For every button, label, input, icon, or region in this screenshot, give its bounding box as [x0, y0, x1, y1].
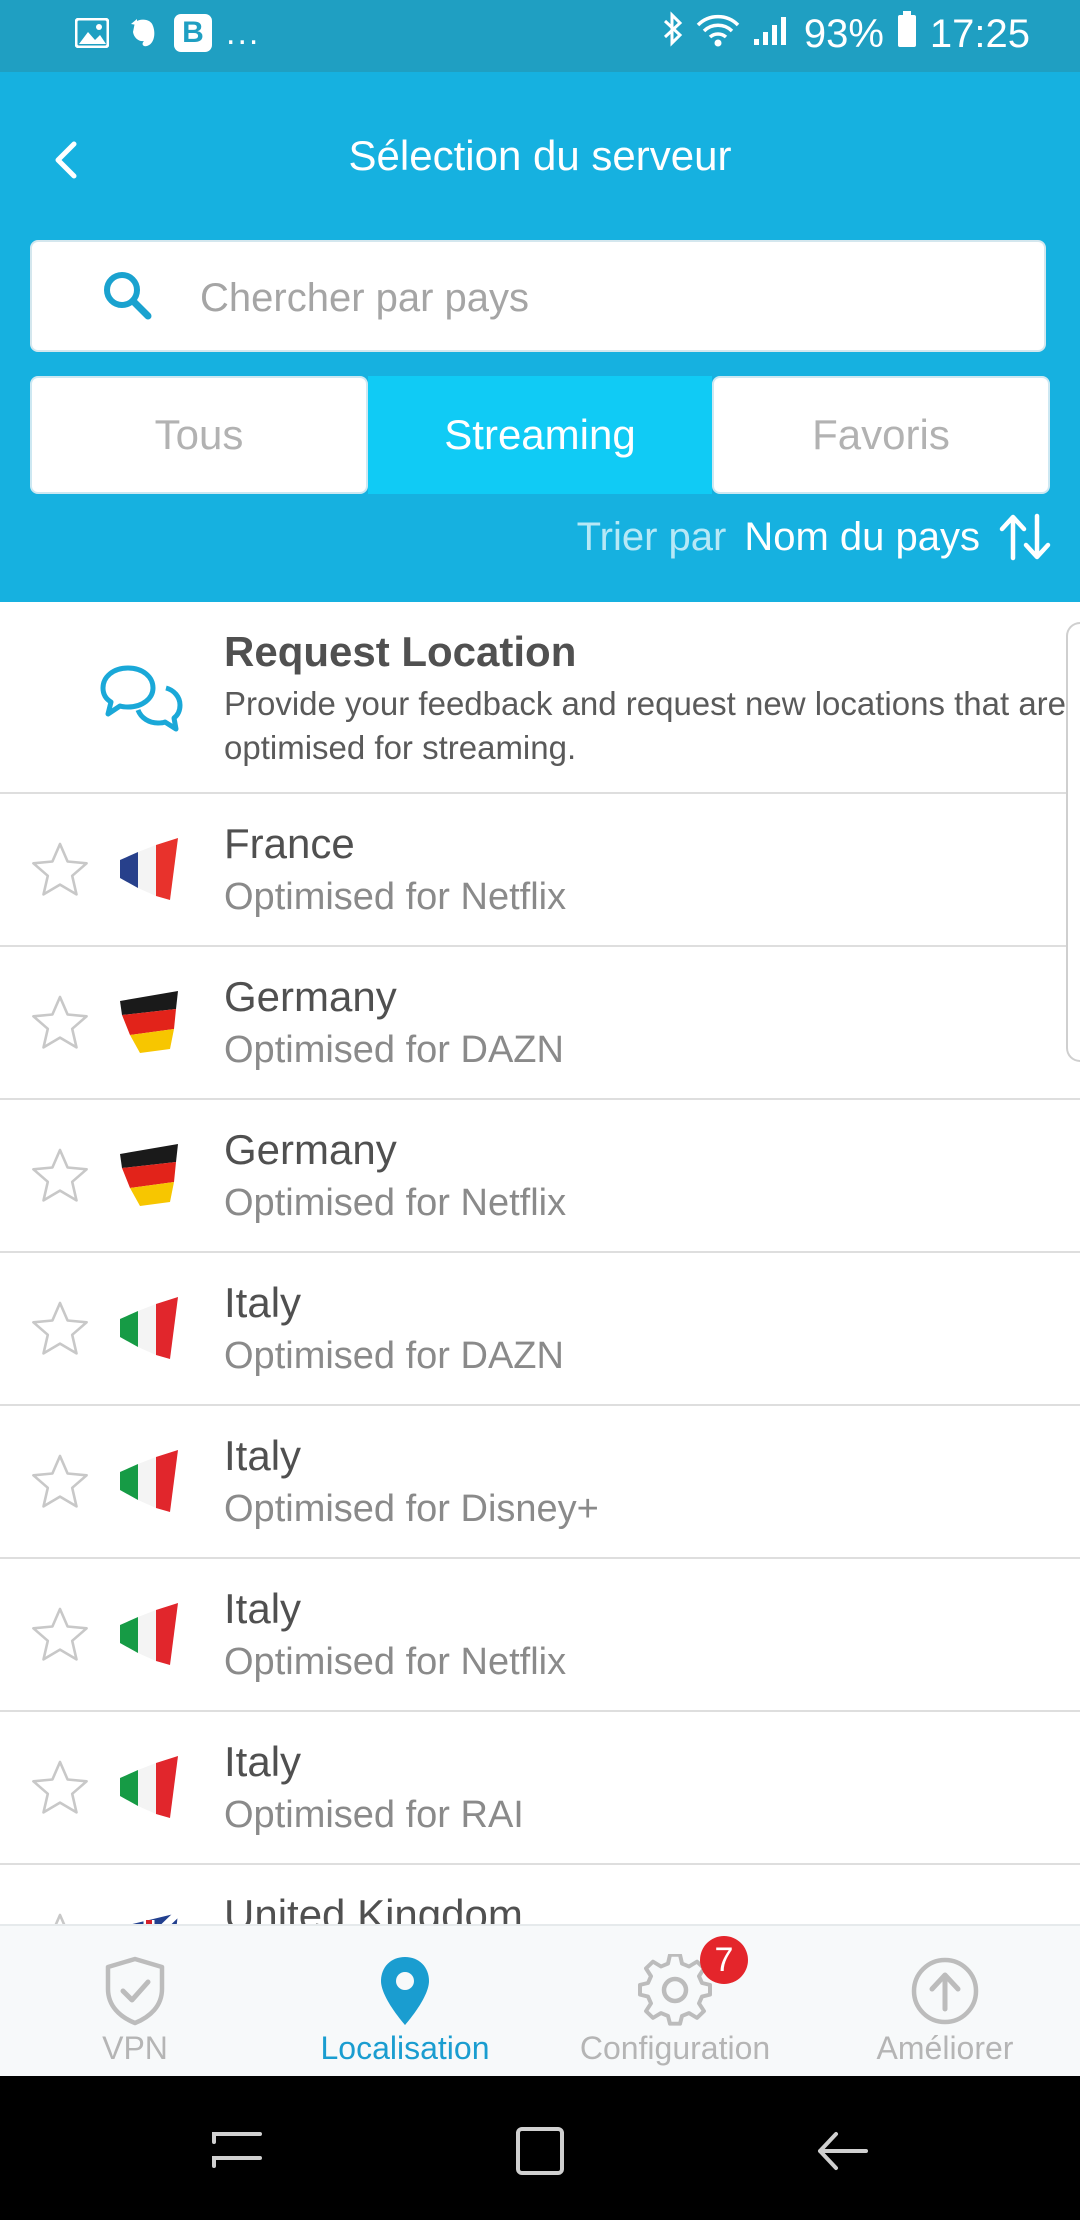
search-box[interactable]	[30, 240, 1046, 352]
chat-bubbles-icon	[100, 665, 183, 732]
nav-configuration[interactable]: 7 Configuration	[540, 1926, 810, 2076]
search-input[interactable]	[198, 262, 1002, 334]
server-subtitle: Optimised for Netflix	[224, 1641, 567, 1683]
flag-italy-icon	[120, 1603, 178, 1665]
shield-check-icon	[105, 1956, 165, 2026]
sort-arrows-icon	[999, 513, 1051, 561]
server-country: Italy	[224, 1738, 302, 1785]
flag-italy-icon	[120, 1297, 178, 1359]
tab-all[interactable]: Tous	[30, 376, 368, 494]
gallery-icon	[74, 15, 110, 51]
flag-uk-icon	[132, 1910, 181, 1924]
star-icon[interactable]	[30, 840, 90, 900]
star-icon[interactable]	[30, 993, 90, 1053]
server-country: Italy	[224, 1585, 302, 1632]
tab-favorites[interactable]: Favoris	[712, 376, 1050, 494]
bottom-navigation: VPN Localisation 7 Configuration Amélior…	[0, 1924, 1080, 2076]
sort-control[interactable]: Trier par Nom du pays	[577, 512, 1052, 562]
server-row[interactable]: Germany Optimised for Netflix	[0, 1100, 1080, 1253]
star-icon[interactable]	[30, 1911, 90, 1924]
nav-vpn[interactable]: VPN	[0, 1926, 270, 2076]
upgrade-arrow-icon	[911, 1957, 979, 2025]
nav-upgrade[interactable]: Améliorer	[810, 1926, 1080, 2076]
tab-streaming[interactable]: Streaming	[368, 376, 712, 494]
request-location-description: Provide your feedback and request new lo…	[224, 685, 1067, 766]
battery-icon	[896, 10, 918, 58]
page-title: Sélection du serveur	[348, 132, 732, 179]
app-b-icon: B	[174, 14, 212, 52]
star-icon[interactable]	[30, 1146, 90, 1206]
server-subtitle: Optimised for Disney+	[224, 1488, 599, 1530]
server-list[interactable]: Request Location Provide your feedback a…	[0, 602, 1080, 1924]
more-notifications: ...	[226, 14, 261, 52]
server-country: Italy	[224, 1279, 302, 1326]
flag-italy-icon	[120, 1450, 178, 1512]
home-button-icon[interactable]	[505, 2116, 575, 2186]
star-icon[interactable]	[30, 1452, 90, 1512]
bluetooth-icon	[662, 11, 684, 57]
server-row[interactable]: Italy Optimised for RAI	[0, 1712, 1080, 1865]
header: Sélection du serveur Tous Streaming Favo…	[0, 72, 1080, 602]
server-row[interactable]: United Kingdom	[0, 1865, 1080, 1924]
server-country: Italy	[224, 1432, 302, 1479]
flag-germany-icon	[120, 1144, 178, 1206]
recent-apps-icon[interactable]	[202, 2116, 272, 2186]
wifi-icon	[696, 12, 740, 57]
signal-icon	[752, 12, 792, 57]
server-subtitle: Optimised for DAZN	[224, 1335, 564, 1377]
sort-label: Trier par	[576, 514, 727, 559]
server-row[interactable]: Italy Optimised for DAZN	[0, 1253, 1080, 1406]
server-row[interactable]: France Optimised for Netflix	[0, 794, 1080, 947]
server-subtitle: Optimised for DAZN	[224, 1029, 564, 1071]
server-row[interactable]: Italy Optimised for Netflix	[0, 1559, 1080, 1712]
server-subtitle: Optimised for Netflix	[224, 876, 567, 918]
nav-label: Configuration	[579, 2030, 771, 2066]
location-pin-icon	[381, 1957, 429, 2025]
nav-label: Améliorer	[876, 2030, 1014, 2066]
server-row[interactable]: Italy Optimised for Disney+	[0, 1406, 1080, 1559]
nav-localisation[interactable]: Localisation	[270, 1926, 540, 2076]
server-country: France	[224, 820, 355, 867]
back-nav-icon[interactable]	[808, 2116, 878, 2186]
notification-badge: 7	[700, 1936, 748, 1984]
search-icon	[104, 272, 152, 320]
filter-tabs: Tous Streaming Favoris	[30, 376, 1050, 494]
server-country: Germany	[224, 1126, 397, 1173]
server-row[interactable]: Germany Optimised for DAZN	[0, 947, 1080, 1100]
scroll-indicator[interactable]	[1066, 622, 1080, 1062]
flag-france-icon	[120, 838, 178, 900]
star-icon[interactable]	[30, 1299, 90, 1359]
sort-value: Nom du pays	[744, 514, 980, 559]
clock: 17:25	[929, 11, 1030, 56]
flag-italy-icon	[120, 1756, 178, 1818]
server-subtitle: Optimised for RAI	[224, 1794, 524, 1836]
request-location-title: Request Location	[224, 628, 577, 675]
nav-label: VPN	[102, 2030, 168, 2066]
server-country: Germany	[224, 973, 397, 1020]
server-country: United Kingdom	[224, 1891, 523, 1924]
status-bar: B ... 93% 17:25	[0, 0, 1080, 72]
nav-label: Localisation	[320, 2030, 490, 2066]
system-navigation-bar	[0, 2076, 1080, 2220]
star-icon[interactable]	[30, 1758, 90, 1818]
flag-germany-icon	[120, 991, 178, 1053]
evernote-icon	[124, 15, 160, 51]
star-icon[interactable]	[30, 1605, 90, 1665]
request-location-row[interactable]: Request Location Provide your feedback a…	[0, 602, 1080, 794]
server-subtitle: Optimised for Netflix	[224, 1182, 567, 1224]
battery-percent: 93%	[803, 11, 884, 56]
